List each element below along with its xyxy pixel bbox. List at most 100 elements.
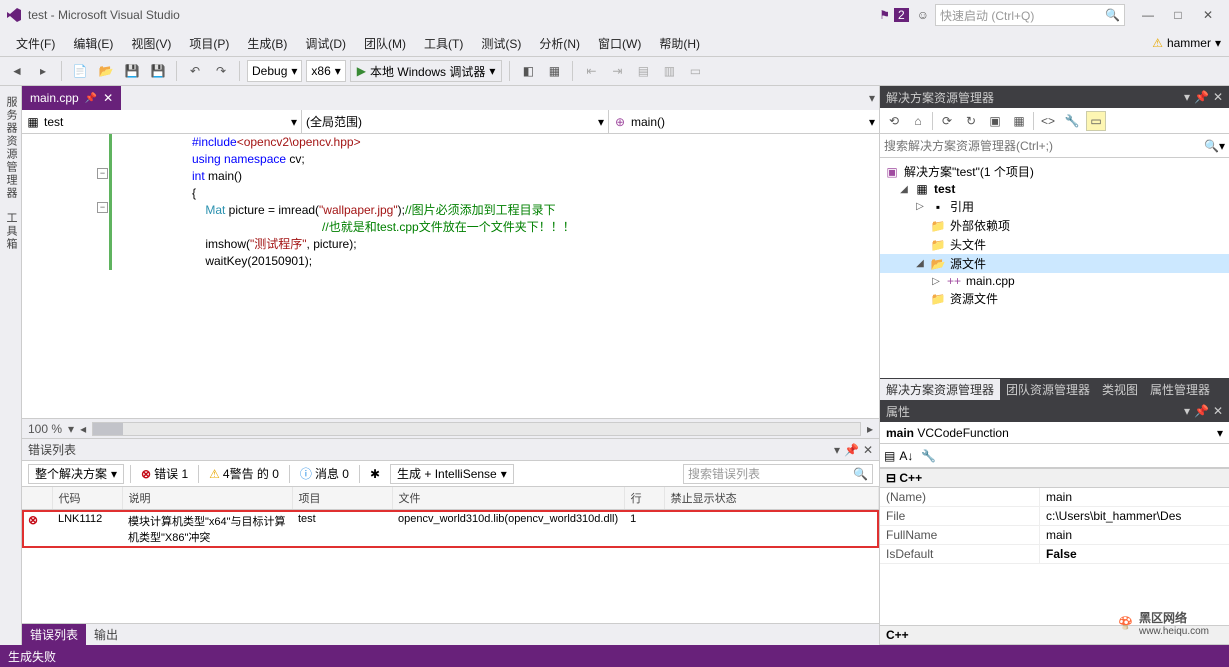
- back-icon[interactable]: ⟲: [884, 111, 904, 131]
- property-category[interactable]: ⊟ C++: [880, 468, 1229, 488]
- code-icon[interactable]: <>: [1038, 111, 1058, 131]
- scroll-left-icon[interactable]: ◂: [80, 422, 86, 436]
- notification-count[interactable]: 2: [894, 8, 909, 22]
- redo-button[interactable]: ↷: [210, 60, 232, 82]
- open-button[interactable]: 📂: [95, 60, 117, 82]
- panel-pin-icon[interactable]: 📌: [844, 443, 859, 457]
- tab-close-icon[interactable]: ✕: [103, 91, 113, 105]
- tab-property-manager[interactable]: 属性管理器: [1144, 379, 1216, 400]
- user-dropdown-icon[interactable]: ▾: [1215, 36, 1221, 50]
- sync-icon[interactable]: ⟳: [937, 111, 957, 131]
- panel-dropdown-icon[interactable]: ▾: [1184, 90, 1190, 104]
- solution-search-input[interactable]: [884, 139, 1204, 153]
- menu-build[interactable]: 生成(B): [239, 32, 295, 55]
- col-project[interactable]: 项目: [292, 487, 392, 510]
- fold-toggle[interactable]: −: [97, 168, 108, 179]
- error-search-input[interactable]: 搜索错误列表🔍: [683, 464, 873, 484]
- minimize-button[interactable]: —: [1133, 4, 1163, 26]
- code-content[interactable]: #include<opencv2\opencv.hpp> using names…: [97, 134, 575, 418]
- col-line[interactable]: 行: [624, 487, 664, 510]
- errors-filter-button[interactable]: ⊗错误 1: [137, 464, 192, 484]
- bookmark-button[interactable]: ▭: [684, 60, 706, 82]
- user-name[interactable]: hammer: [1167, 36, 1211, 50]
- tab-solution-explorer[interactable]: 解决方案资源管理器: [880, 379, 1000, 400]
- panel-close-icon[interactable]: ✕: [1213, 90, 1223, 104]
- menu-help[interactable]: 帮助(H): [651, 32, 708, 55]
- menu-debug[interactable]: 调试(D): [297, 32, 354, 55]
- indent-more-button[interactable]: ⇥: [606, 60, 628, 82]
- scroll-right-icon[interactable]: ▸: [867, 422, 873, 436]
- run-debugger-button[interactable]: ▶ 本地 Windows 调试器 ▾: [350, 60, 503, 82]
- warnings-filter-button[interactable]: ⚠4警告 的 0: [205, 464, 283, 484]
- search-dropdown-icon[interactable]: ▾: [1219, 139, 1225, 153]
- config-select[interactable]: Debug▾: [247, 60, 302, 82]
- alpha-sort-icon[interactable]: A↓: [899, 449, 913, 463]
- wrench-icon[interactable]: 🔧: [921, 449, 936, 463]
- col-code[interactable]: 代码: [52, 487, 122, 510]
- maximize-button[interactable]: □: [1163, 4, 1193, 26]
- headers-node[interactable]: 📁头文件: [880, 235, 1229, 254]
- quick-launch-input[interactable]: 快速启动 (Ctrl+Q) 🔍: [935, 4, 1125, 26]
- menu-test[interactable]: 测试(S): [473, 32, 529, 55]
- tab-error-list[interactable]: 错误列表: [22, 624, 86, 645]
- panel-dropdown-icon[interactable]: ▾: [1184, 404, 1190, 418]
- undo-button[interactable]: ↶: [184, 60, 206, 82]
- feedback-icon[interactable]: ☺: [917, 8, 929, 22]
- panel-pin-icon[interactable]: 📌: [1194, 404, 1209, 418]
- menu-window[interactable]: 窗口(W): [590, 32, 649, 55]
- menu-edit[interactable]: 编辑(E): [65, 32, 121, 55]
- property-object-select[interactable]: main main VCCodeFunctionVCCodeFunction ▾: [880, 422, 1229, 444]
- menu-tools[interactable]: 工具(T): [416, 32, 471, 55]
- solution-root[interactable]: ▣解决方案"test"(1 个项目): [880, 162, 1229, 181]
- server-explorer-tab[interactable]: 服务器资源管理器: [0, 90, 21, 206]
- error-row[interactable]: ⊗ LNK1112 模块计算机类型"x64"与目标计算机类型"X86"冲突 te…: [22, 510, 879, 549]
- solution-search[interactable]: 🔍 ▾: [880, 134, 1229, 158]
- error-scope-select[interactable]: 整个解决方案▾: [28, 464, 124, 484]
- nav-back-button[interactable]: ◄: [6, 60, 28, 82]
- project-node[interactable]: ◢▦test: [880, 181, 1229, 197]
- panel-pin-icon[interactable]: 📌: [1194, 90, 1209, 104]
- new-project-button[interactable]: 📄: [69, 60, 91, 82]
- col-file[interactable]: 文件: [392, 487, 624, 510]
- zoom-dropdown-icon[interactable]: ▾: [68, 422, 74, 436]
- solution-tree[interactable]: ▣解决方案"test"(1 个项目) ◢▦test ▷▪引用 📁外部依赖项 📁头…: [880, 158, 1229, 378]
- comment-button[interactable]: ▤: [632, 60, 654, 82]
- nav-scope-select[interactable]: (全局范围) ▾: [302, 110, 609, 133]
- categorize-icon[interactable]: ▤: [884, 449, 895, 463]
- show-all-icon[interactable]: ▦: [1009, 111, 1029, 131]
- toolbox-tab[interactable]: 工具箱: [0, 206, 21, 257]
- menu-analyze[interactable]: 分析(N): [531, 32, 588, 55]
- references-node[interactable]: ▷▪引用: [880, 197, 1229, 216]
- notification-flag-icon[interactable]: ⚑: [879, 8, 890, 22]
- tab-dropdown-icon[interactable]: ▾: [869, 91, 875, 105]
- toolbar-icon-2[interactable]: ▦: [543, 60, 565, 82]
- filter-icon-button[interactable]: ✱: [366, 464, 384, 484]
- nav-fwd-button[interactable]: ▸: [32, 60, 54, 82]
- home-icon[interactable]: ⌂: [908, 111, 928, 131]
- menu-project[interactable]: 项目(P): [181, 32, 237, 55]
- tab-team-explorer[interactable]: 团队资源管理器: [1000, 379, 1096, 400]
- source-files-node[interactable]: ◢📂源文件: [880, 254, 1229, 273]
- nav-member-select[interactable]: ⊕ main() ▾: [609, 110, 879, 133]
- code-editor[interactable]: − − #include<opencv2\opencv.hpp> using n…: [22, 134, 879, 418]
- save-button[interactable]: 💾: [121, 60, 143, 82]
- prop-name[interactable]: (Name)main: [880, 488, 1229, 507]
- h-scrollbar[interactable]: [92, 422, 861, 436]
- prop-fullname[interactable]: FullNamemain: [880, 526, 1229, 545]
- indent-less-button[interactable]: ⇤: [580, 60, 602, 82]
- menu-view[interactable]: 视图(V): [123, 32, 179, 55]
- nav-project-select[interactable]: ▦ test ▾: [22, 110, 302, 133]
- menu-team[interactable]: 团队(M): [356, 32, 414, 55]
- fold-toggle[interactable]: −: [97, 202, 108, 213]
- uncomment-button[interactable]: ▥: [658, 60, 680, 82]
- refresh-icon[interactable]: ↻: [961, 111, 981, 131]
- panel-close-icon[interactable]: ✕: [1213, 404, 1223, 418]
- collapse-icon[interactable]: ▣: [985, 111, 1005, 131]
- preview-icon[interactable]: ▭: [1086, 111, 1106, 131]
- panel-close-icon[interactable]: ✕: [863, 443, 873, 457]
- properties-icon[interactable]: 🔧: [1062, 111, 1082, 131]
- document-tab-main[interactable]: main.cpp 📌 ✕: [22, 86, 121, 110]
- zoom-level[interactable]: 100 %: [28, 422, 62, 436]
- close-button[interactable]: ✕: [1193, 4, 1223, 26]
- file-main-cpp[interactable]: ▷++main.cpp: [880, 273, 1229, 289]
